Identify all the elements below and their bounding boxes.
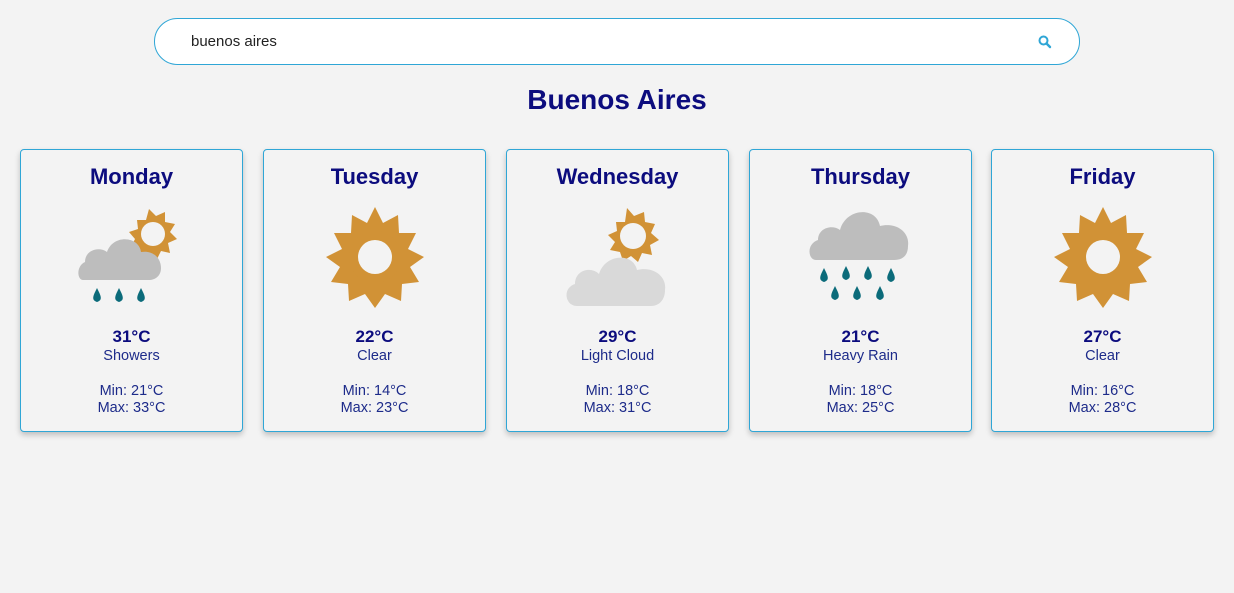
card-condition: Clear [1085, 348, 1120, 364]
card-temperature: 31°C [112, 327, 151, 346]
forecast-cards: Monday 31°C Showers Min: 21°C Max: 33°C … [20, 149, 1214, 433]
card-condition: Heavy Rain [823, 348, 898, 364]
search-icon[interactable] [1037, 34, 1053, 50]
sun-icon [320, 204, 430, 314]
card-temperature: 29°C [598, 327, 637, 346]
card-max-temp: Max: 23°C [340, 400, 409, 416]
forecast-card-thursday: Thursday 21°C Heavy Rain Min: 18°C Max: … [749, 149, 972, 432]
card-day: Tuesday [330, 164, 419, 189]
card-day: Thursday [810, 164, 911, 189]
card-temperature: 21°C [841, 327, 880, 346]
showers-icon [77, 204, 187, 314]
sun-icon [1048, 204, 1158, 314]
forecast-card-friday: Friday 27°C Clear Min: 16°C Max: 28°C [991, 149, 1214, 432]
city-title: Buenos Aires [527, 84, 707, 115]
card-day: Monday [89, 164, 174, 189]
card-min-temp: Min: 21°C [99, 383, 164, 399]
card-min-temp: Min: 18°C [585, 383, 650, 399]
card-max-temp: Max: 31°C [583, 400, 652, 416]
card-max-temp: Max: 28°C [1068, 400, 1137, 416]
card-day: Wednesday [556, 164, 679, 189]
card-min-temp: Min: 18°C [828, 383, 893, 399]
forecast-card-wednesday: Wednesday 29°C Light Cloud Min: 18°C Max… [506, 149, 729, 432]
card-temperature: 22°C [355, 327, 394, 346]
search-input[interactable] [191, 19, 1031, 64]
card-max-temp: Max: 33°C [97, 400, 166, 416]
light-cloud-icon [563, 204, 673, 314]
card-day: Friday [1069, 164, 1136, 189]
heavy-rain-icon [806, 204, 916, 314]
search-bar [154, 18, 1080, 65]
card-min-temp: Min: 14°C [342, 383, 407, 399]
forecast-card-tuesday: Tuesday 22°C Clear Min: 14°C Max: 23°C [263, 149, 486, 432]
card-max-temp: Max: 25°C [826, 400, 895, 416]
card-condition: Light Cloud [580, 348, 655, 364]
forecast-card-monday: Monday 31°C Showers Min: 21°C Max: 33°C [20, 149, 243, 432]
card-min-temp: Min: 16°C [1070, 383, 1135, 399]
card-condition: Clear [357, 348, 392, 364]
card-condition: Showers [103, 348, 160, 364]
card-temperature: 27°C [1083, 327, 1122, 346]
